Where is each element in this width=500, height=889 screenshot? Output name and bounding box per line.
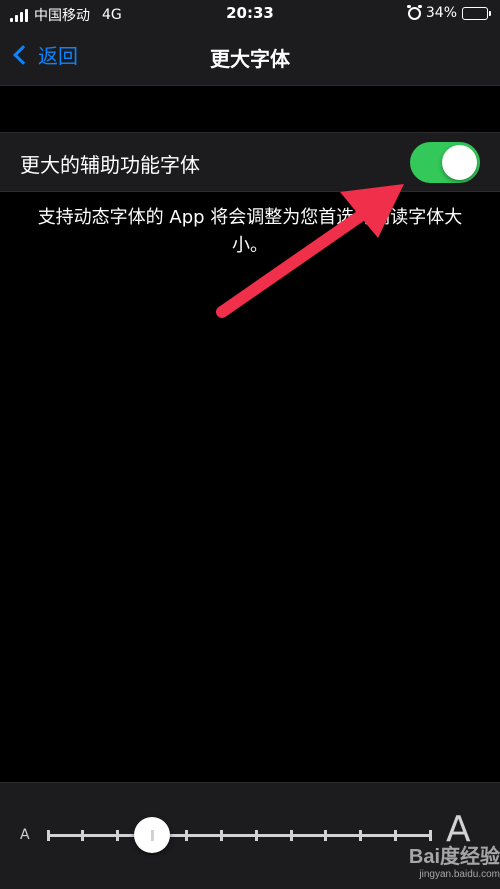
slider-tick xyxy=(289,830,293,841)
slider-tick xyxy=(115,830,119,841)
small-text-icon: A xyxy=(20,827,30,843)
slider-tick xyxy=(81,830,85,841)
status-bar: 中国移动 4G 20:33 34% xyxy=(0,0,500,28)
slider-tick xyxy=(185,830,189,841)
slider-tick xyxy=(46,830,50,841)
larger-accessibility-sizes-toggle[interactable] xyxy=(410,142,480,183)
battery-icon xyxy=(462,6,491,20)
slider-tick xyxy=(324,830,328,841)
navigation-bar: 返回 更大字体 xyxy=(0,28,500,86)
larger-accessibility-sizes-row: 更大的辅助功能字体 xyxy=(0,132,500,192)
watermark-logo: Bai度经验 xyxy=(408,846,500,868)
watermark: Bai度经验 jingyan.baidu.com xyxy=(380,840,500,880)
footer-note: 支持动态字体的 App 将会调整为您首选的阅读字体大小。 xyxy=(37,207,463,256)
row-label: 更大的辅助功能字体 xyxy=(20,153,200,177)
page-title: 更大字体 xyxy=(210,47,290,71)
text-size-slider[interactable] xyxy=(46,817,432,853)
slider-tick xyxy=(254,830,258,841)
status-right: 34% xyxy=(406,4,491,21)
slider-tick xyxy=(220,830,224,841)
watermark-url: jingyan.baidu.com xyxy=(419,869,500,880)
alarm-icon xyxy=(406,4,422,20)
slider-tick xyxy=(359,830,363,841)
slider-tick xyxy=(150,830,154,841)
battery-percent: 34% xyxy=(425,5,457,21)
toggle-knob xyxy=(442,145,477,180)
